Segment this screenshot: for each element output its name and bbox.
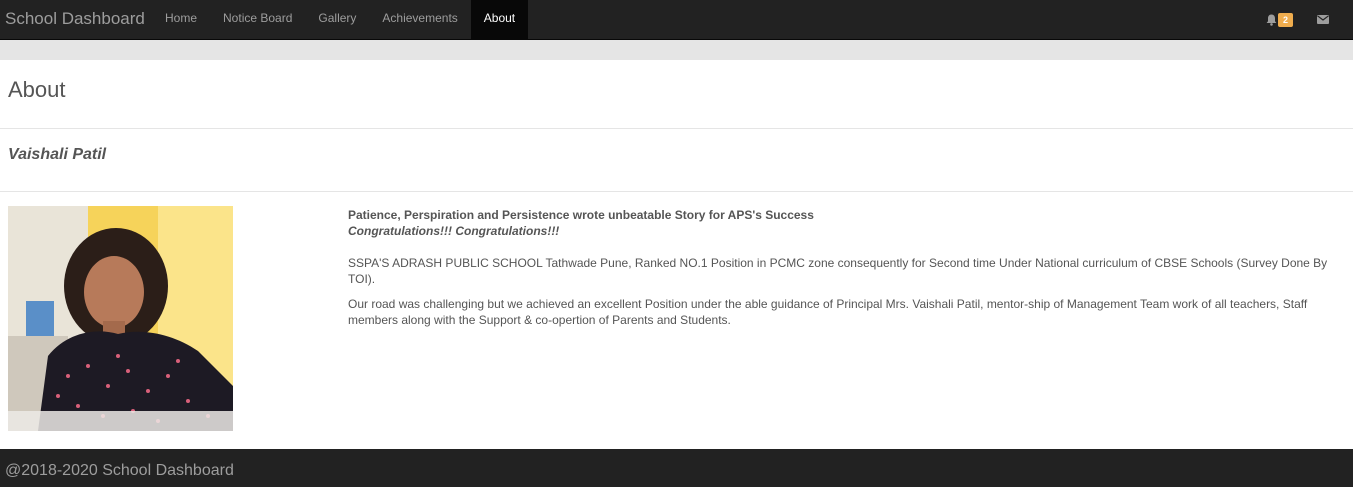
notification-badge: 2	[1277, 13, 1293, 27]
bell-icon	[1266, 14, 1277, 26]
nav-item-notice-board[interactable]: Notice Board	[210, 0, 305, 40]
divider	[0, 191, 1353, 192]
footer: @2018-2020 School Dashboard	[0, 449, 1353, 487]
nav-menu: Home Notice Board Gallery Achievements A…	[152, 0, 529, 40]
header-band	[0, 40, 1353, 60]
congratulations-text: Congratulations!!! Congratulations!!!	[348, 224, 560, 238]
notifications-button[interactable]: 2	[1266, 13, 1293, 27]
person-name: Vaishali Patil	[8, 146, 107, 163]
nav-item-achievements[interactable]: Achievements	[369, 0, 470, 40]
navbar-right-icons: 2	[1266, 0, 1353, 40]
messages-button[interactable]	[1317, 11, 1329, 29]
footer-copyright: @2018-2020 School Dashboard	[5, 462, 234, 479]
page-title: About	[8, 77, 66, 102]
envelope-icon	[1317, 15, 1329, 24]
principal-photo	[8, 206, 233, 431]
divider	[0, 128, 1353, 129]
nav-item-about[interactable]: About	[470, 0, 529, 40]
top-navbar: School Dashboard Home Notice Board Galle…	[0, 0, 1353, 40]
paragraph-journey: Our road was challenging but we achieved…	[348, 297, 1308, 327]
about-content: Patience, Perspiration and Persistence w…	[348, 207, 1343, 328]
nav-item-gallery[interactable]: Gallery	[305, 0, 369, 40]
brand-link[interactable]: School Dashboard	[5, 0, 145, 40]
paragraph-ranking: SSPA'S ADRASH PUBLIC SCHOOL Tathwade Pun…	[348, 256, 1328, 286]
headline: Patience, Perspiration and Persistence w…	[348, 208, 814, 222]
nav-item-home[interactable]: Home	[152, 0, 210, 40]
